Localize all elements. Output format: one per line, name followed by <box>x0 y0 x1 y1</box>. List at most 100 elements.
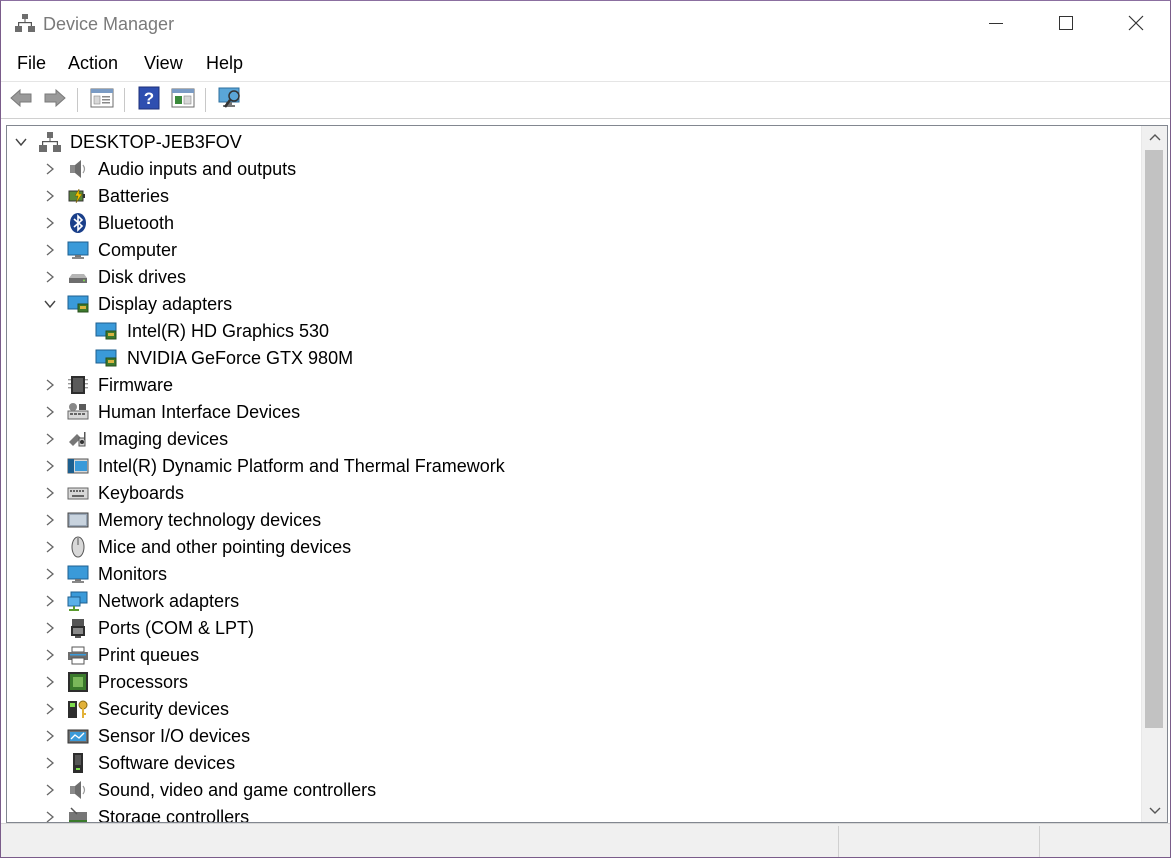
chevron-right-icon[interactable] <box>43 810 57 822</box>
maximize-button[interactable] <box>1031 1 1101 49</box>
scroll-up-button[interactable] <box>1142 126 1167 148</box>
chevron-right-icon[interactable] <box>43 162 57 176</box>
tree-item-row[interactable]: Imaging devices <box>7 426 1141 453</box>
chevron-right-icon[interactable] <box>43 675 57 689</box>
menu-file[interactable]: File <box>17 53 46 74</box>
chevron-right-icon[interactable] <box>43 243 57 257</box>
device-tree[interactable]: DESKTOP-JEB3FOV Audio inputs and outputs… <box>7 126 1141 822</box>
speaker-icon <box>67 158 89 180</box>
tree-item-row[interactable]: Sound, video and game controllers <box>7 777 1141 804</box>
tree-child-label: NVIDIA GeForce GTX 980M <box>127 348 354 368</box>
tree-item-row[interactable]: Audio inputs and outputs <box>7 156 1141 183</box>
tree-item-label: Sound, video and game controllers <box>98 780 377 800</box>
tree-item-row[interactable]: Print queues <box>7 642 1141 669</box>
back-button[interactable] <box>8 87 34 113</box>
chevron-right-icon[interactable] <box>43 783 57 797</box>
chevron-right-icon[interactable] <box>43 270 57 284</box>
tree-item-row[interactable]: Memory technology devices <box>7 507 1141 534</box>
tree-item-row[interactable]: Keyboards <box>7 480 1141 507</box>
chevron-right-icon[interactable] <box>43 432 57 446</box>
processor-icon <box>67 671 89 693</box>
chevron-right-icon[interactable] <box>43 540 57 554</box>
back-icon <box>9 88 33 113</box>
tree-item-row[interactable]: Intel(R) Dynamic Platform and Thermal Fr… <box>7 453 1141 480</box>
chevron-right-icon[interactable] <box>43 729 57 743</box>
chevron-right-icon[interactable] <box>43 216 57 230</box>
tree-item-row[interactable]: Computer <box>7 237 1141 264</box>
tree-item-label: Software devices <box>98 753 236 773</box>
chevron-right-icon[interactable] <box>43 621 57 635</box>
chevron-right-icon[interactable] <box>43 378 57 392</box>
tree-item-row[interactable]: Ports (COM & LPT) <box>7 615 1141 642</box>
printer-icon <box>67 644 89 666</box>
chevron-right-icon[interactable] <box>43 567 57 581</box>
chevron-right-icon[interactable] <box>43 405 57 419</box>
tree-item-label: Network adapters <box>98 591 240 611</box>
minimize-icon <box>988 15 1004 36</box>
update-driver-button[interactable] <box>170 87 196 113</box>
tree-item-label: Ports (COM & LPT) <box>98 618 255 638</box>
tree-item-row[interactable]: Mice and other pointing devices <box>7 534 1141 561</box>
mouse-icon <box>67 536 89 558</box>
device-tree-pane: DESKTOP-JEB3FOV Audio inputs and outputs… <box>6 125 1168 823</box>
tree-child-row[interactable]: NVIDIA GeForce GTX 980M <box>7 345 1141 372</box>
tree-item-row[interactable]: Network adapters <box>7 588 1141 615</box>
svg-text:?: ? <box>144 89 154 108</box>
tree-item-row[interactable]: Display adapters <box>7 291 1141 318</box>
tree-item-row[interactable]: Disk drives <box>7 264 1141 291</box>
tree-item-label: Imaging devices <box>98 429 229 449</box>
menu-help[interactable]: Help <box>206 53 243 74</box>
chevron-right-icon[interactable] <box>43 459 57 473</box>
properties-button[interactable] <box>89 87 115 113</box>
tree-item-label: Audio inputs and outputs <box>98 159 297 179</box>
tree-item-row[interactable]: Bluetooth <box>7 210 1141 237</box>
tree-item-row[interactable]: Sensor I/O devices <box>7 723 1141 750</box>
vertical-scrollbar[interactable] <box>1141 126 1167 822</box>
tree-item-row[interactable]: Software devices <box>7 750 1141 777</box>
tree-item-row[interactable]: Processors <box>7 669 1141 696</box>
tree-item-row[interactable]: Monitors <box>7 561 1141 588</box>
scan-hardware-icon <box>217 86 243 115</box>
tree-item-label: Intel(R) Dynamic Platform and Thermal Fr… <box>98 456 505 476</box>
tree-item-label: Disk drives <box>98 267 187 287</box>
chevron-right-icon[interactable] <box>43 189 57 203</box>
menu-view[interactable]: View <box>144 53 183 74</box>
bluetooth-icon <box>67 212 89 234</box>
tree-root-row[interactable]: DESKTOP-JEB3FOV <box>7 129 1141 156</box>
scrollbar-thumb[interactable] <box>1145 150 1163 728</box>
status-bar <box>1 823 1170 857</box>
forward-button[interactable] <box>42 87 68 113</box>
chevron-down-icon[interactable] <box>14 135 28 149</box>
scroll-down-button[interactable] <box>1142 800 1167 822</box>
chevron-down-icon[interactable] <box>43 297 57 311</box>
chevron-down-icon <box>1149 802 1161 820</box>
thermal-framework-icon <box>67 455 89 477</box>
chevron-right-icon[interactable] <box>43 513 57 527</box>
tree-item-row[interactable]: Firmware <box>7 372 1141 399</box>
help-icon: ? <box>138 86 160 115</box>
chevron-right-icon[interactable] <box>43 648 57 662</box>
speaker-icon <box>67 779 89 801</box>
tree-item-row[interactable]: Security devices <box>7 696 1141 723</box>
chevron-right-icon[interactable] <box>43 486 57 500</box>
tree-item-row[interactable]: Human Interface Devices <box>7 399 1141 426</box>
tree-item-label: Storage controllers <box>98 807 250 822</box>
help-button[interactable]: ? <box>136 86 162 115</box>
tree-item-row[interactable]: Batteries <box>7 183 1141 210</box>
chevron-right-icon[interactable] <box>43 702 57 716</box>
chevron-right-icon[interactable] <box>43 594 57 608</box>
device-manager-window: Device Manager File Action View Help ? D… <box>0 0 1171 858</box>
tree-child-row[interactable]: Intel(R) HD Graphics 530 <box>7 318 1141 345</box>
tree-item-row[interactable]: Storage controllers <box>7 804 1141 822</box>
chevron-right-icon[interactable] <box>43 756 57 770</box>
title-bar[interactable]: Device Manager <box>1 1 1170 49</box>
tree-item-label: Security devices <box>98 699 230 719</box>
tree-item-label: Keyboards <box>98 483 185 503</box>
scan-hardware-button[interactable] <box>217 87 243 113</box>
menu-action[interactable]: Action <box>68 53 118 74</box>
toolbar-separator <box>77 88 78 112</box>
minimize-button[interactable] <box>961 1 1031 49</box>
tree-item-label: Processors <box>98 672 189 692</box>
close-button[interactable] <box>1101 1 1170 49</box>
device-manager-icon <box>15 13 35 33</box>
